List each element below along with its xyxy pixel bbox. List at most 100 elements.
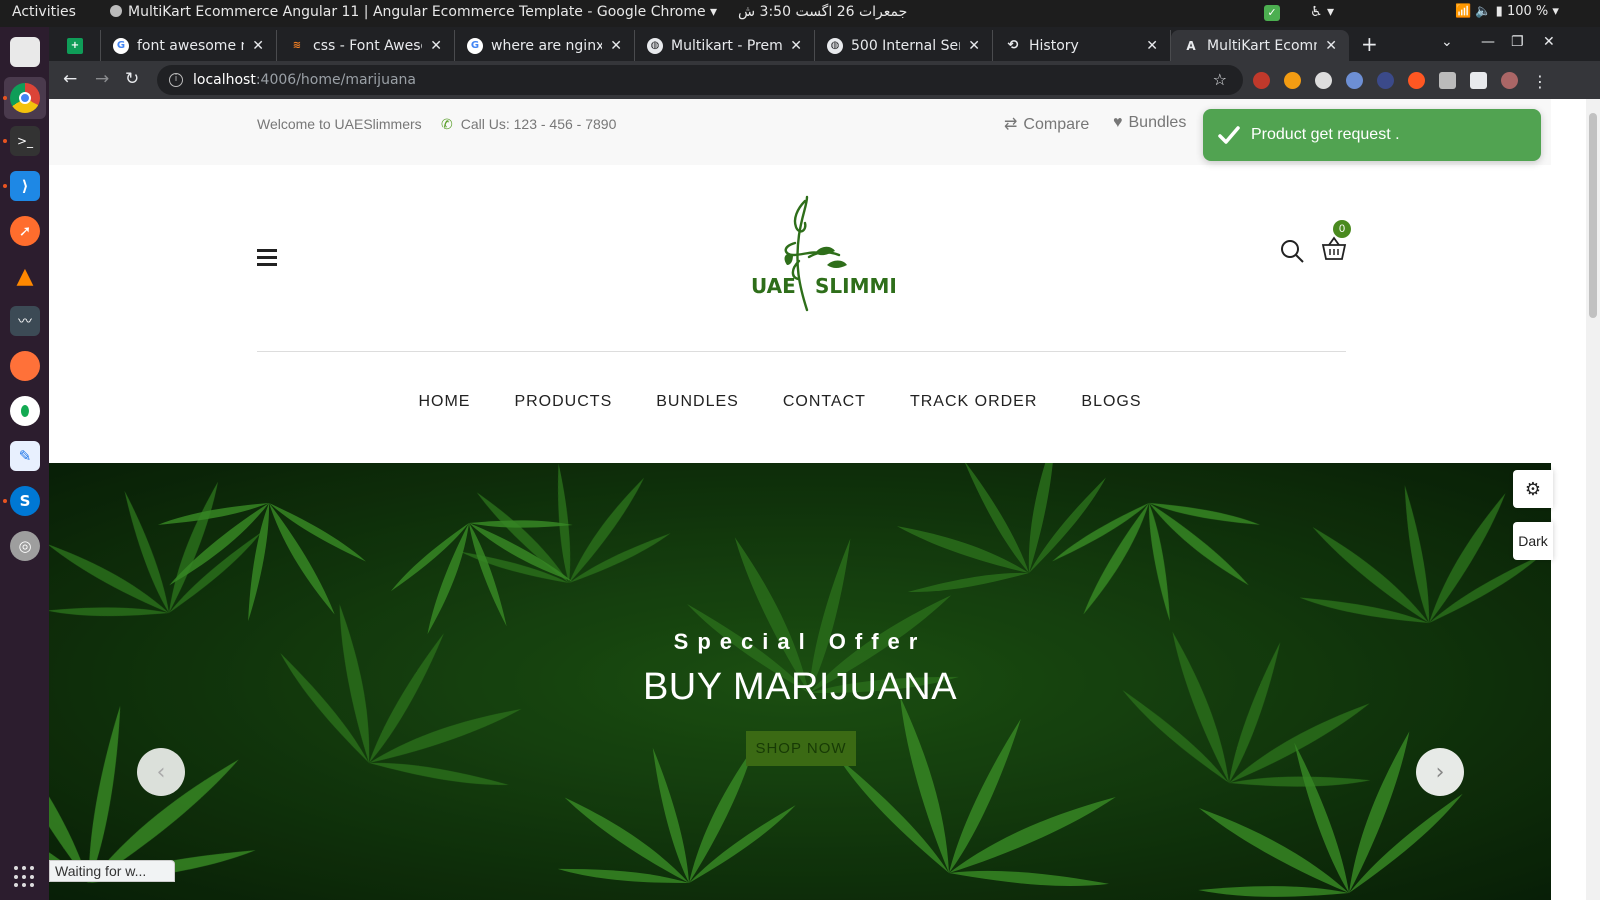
- cart-basket-icon[interactable]: [1321, 235, 1347, 261]
- heart-icon: ♥: [1113, 114, 1123, 131]
- disk-icon[interactable]: ◎: [10, 531, 40, 561]
- accessibility-icon[interactable]: ♿ ▾: [1310, 4, 1334, 20]
- show-applications-icon[interactable]: [14, 866, 36, 888]
- tab-history[interactable]: ⟲ History ✕: [993, 30, 1171, 61]
- restore-icon[interactable]: ❐: [1511, 34, 1524, 50]
- slider-next-icon[interactable]: ›: [1416, 748, 1464, 796]
- angular-icon: A: [1186, 38, 1196, 53]
- profile-avatar[interactable]: [1501, 72, 1518, 89]
- extension-icon[interactable]: [1439, 72, 1456, 89]
- url-host: localhost: [193, 72, 256, 88]
- tab-strip: + Gfont awesome no✕ ≋css - Font Aweson✕ …: [49, 27, 1600, 61]
- chrome-icon[interactable]: [10, 83, 40, 113]
- tab-search-icon[interactable]: ⌄: [1441, 34, 1453, 50]
- main-navigation: HOME PRODUCTS BUNDLES CONTACT TRACK ORDE…: [49, 393, 1551, 411]
- site-logo[interactable]: UAE SLIMMERS: [695, 195, 895, 320]
- close-tab-icon[interactable]: ✕: [1146, 38, 1158, 54]
- clock[interactable]: جمعرات 26 اگست 3:50 ش: [738, 4, 907, 20]
- nav-products[interactable]: PRODUCTS: [514, 393, 612, 411]
- forward-icon[interactable]: →: [95, 69, 109, 89]
- extension-icons: ⋮: [1253, 72, 1548, 91]
- power-menu-icon: ▾: [1552, 4, 1559, 19]
- sheets-icon: +: [67, 37, 83, 54]
- extensions-puzzle-icon[interactable]: [1470, 72, 1487, 89]
- firefox-icon[interactable]: [10, 351, 40, 381]
- nav-blogs[interactable]: BLOGS: [1081, 393, 1141, 411]
- ubuntu-dock: >_ ⟩ ➚ ▲ 〰 ⬮ ✎ S ◎: [0, 27, 49, 900]
- minimize-icon[interactable]: —: [1481, 34, 1495, 50]
- url-path: :4006/home/marijuana: [255, 72, 416, 88]
- search-icon[interactable]: [1279, 238, 1305, 264]
- battery-icon: ▮: [1495, 4, 1503, 19]
- nav-home[interactable]: HOME: [418, 393, 470, 411]
- close-tab-icon[interactable]: ✕: [1325, 38, 1337, 54]
- globe-icon: ◍: [647, 37, 663, 54]
- site-info-icon[interactable]: i: [169, 73, 183, 87]
- compare-link[interactable]: ⇄ Compare: [1004, 114, 1089, 134]
- hero-eyebrow: Special Offer: [673, 629, 927, 654]
- system-tray[interactable]: 📶 🔈 ▮ 100 % ▾: [1455, 4, 1559, 19]
- vlc-icon[interactable]: ▲: [10, 261, 40, 291]
- close-tab-icon[interactable]: ✕: [968, 38, 980, 54]
- page-scrollbar[interactable]: [1586, 99, 1600, 900]
- nav-contact[interactable]: CONTACT: [783, 393, 866, 411]
- header-divider: [257, 351, 1346, 352]
- settings-gear-icon[interactable]: ⚙: [1513, 470, 1553, 508]
- extension-icon[interactable]: [1284, 72, 1301, 89]
- tab-sheets[interactable]: +: [61, 30, 101, 61]
- vscode-icon[interactable]: ⟩: [10, 171, 40, 201]
- close-tab-icon[interactable]: ✕: [610, 38, 622, 54]
- close-tab-icon[interactable]: ✕: [790, 38, 802, 54]
- tab-google-1[interactable]: Gfont awesome no✕: [101, 30, 277, 61]
- tab-active-multikart[interactable]: A MultiKart Ecomm ✕: [1171, 30, 1349, 61]
- nav-bundles[interactable]: BUNDLES: [656, 393, 739, 411]
- stackoverflow-icon: ≋: [292, 40, 302, 51]
- extension-icon[interactable]: [1408, 72, 1425, 89]
- text-editor-icon[interactable]: ✎: [10, 441, 40, 471]
- close-tab-icon[interactable]: ✕: [430, 38, 442, 54]
- system-monitor-icon[interactable]: 〰: [10, 306, 40, 336]
- dark-mode-toggle[interactable]: Dark: [1513, 522, 1553, 560]
- running-indicator: [3, 499, 7, 503]
- extension-icon[interactable]: [1377, 72, 1394, 89]
- hamburger-menu-icon[interactable]: [257, 249, 277, 270]
- tab-multikart[interactable]: ◍ Multikart - Premi ✕: [635, 30, 815, 61]
- nav-track-order[interactable]: TRACK ORDER: [910, 393, 1037, 411]
- slider-prev-icon[interactable]: ‹: [137, 748, 185, 796]
- close-tab-icon[interactable]: ✕: [252, 38, 264, 54]
- phone-icon: ✆: [441, 116, 453, 132]
- skype-icon[interactable]: S: [10, 486, 40, 516]
- address-bar[interactable]: i localhost:4006/home/marijuana ☆: [157, 65, 1243, 95]
- shuffle-icon: ⇄: [1004, 116, 1018, 133]
- terminal-icon[interactable]: >_: [10, 126, 40, 156]
- bookmark-star-icon[interactable]: ☆: [1213, 70, 1227, 89]
- postman-icon[interactable]: ➚: [10, 216, 40, 246]
- phone-info: ✆ Call Us: 123 - 456 - 7890: [441, 116, 617, 132]
- gnome-top-bar: Activities MultiKart Ecommerce Angular 1…: [0, 0, 1600, 27]
- activities-button[interactable]: Activities: [12, 4, 76, 20]
- scrollbar-thumb[interactable]: [1589, 113, 1597, 318]
- extension-icon[interactable]: [1346, 72, 1363, 89]
- welcome-text: Welcome to UAESlimmers: [257, 116, 422, 132]
- logo-text-uae: UAE: [751, 274, 796, 298]
- bundles-top-link[interactable]: ♥ Bundles: [1113, 114, 1186, 132]
- close-window-icon[interactable]: ✕: [1543, 34, 1555, 50]
- new-tab-button[interactable]: +: [1361, 32, 1378, 56]
- globe-icon: ◍: [827, 37, 843, 54]
- back-icon[interactable]: ←: [63, 69, 77, 89]
- tab-stackoverflow[interactable]: ≋css - Font Aweson✕: [277, 30, 455, 61]
- extension-icon[interactable]: [1253, 72, 1270, 89]
- mongodb-compass-icon[interactable]: ⬮: [10, 396, 40, 426]
- extension-icon[interactable]: [1315, 72, 1332, 89]
- files-icon[interactable]: [10, 37, 40, 67]
- tray-shield-icon[interactable]: ✓: [1264, 5, 1280, 21]
- reload-icon[interactable]: ↻: [125, 69, 139, 89]
- tab-500-error[interactable]: ◍500 Internal Serve✕: [815, 30, 993, 61]
- success-toast[interactable]: Product get request .: [1203, 109, 1541, 161]
- app-menu[interactable]: MultiKart Ecommerce Angular 11 | Angular…: [110, 4, 717, 20]
- tab-google-2[interactable]: Gwhere are nginx l ✕: [455, 30, 635, 61]
- chrome-menu-icon[interactable]: ⋮: [1532, 72, 1548, 91]
- battery-level: 100 %: [1506, 4, 1549, 19]
- running-indicator: [3, 184, 7, 188]
- shop-now-button[interactable]: SHOP NOW: [746, 731, 856, 766]
